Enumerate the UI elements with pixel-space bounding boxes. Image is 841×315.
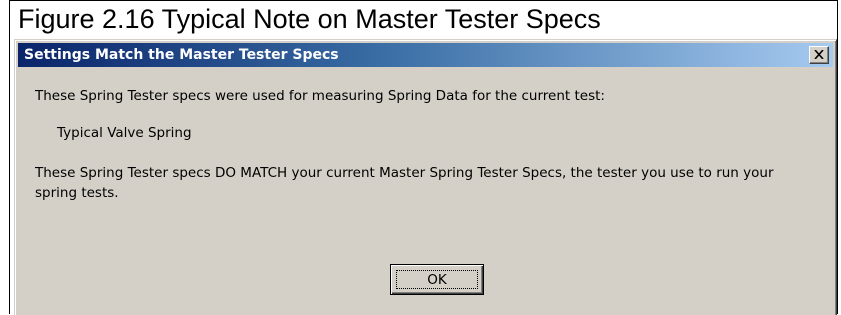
message-dialog: Settings Match the Master Tester Specs T… <box>14 39 837 315</box>
dialog-titlebar[interactable]: Settings Match the Master Tester Specs <box>18 43 833 67</box>
ok-button-label: OK <box>427 272 447 288</box>
message-line-2: These Spring Tester specs DO MATCH your … <box>35 165 774 201</box>
figure-frame: Figure 2.16 Typical Note on Master Teste… <box>9 0 838 315</box>
close-button[interactable] <box>809 46 829 64</box>
dialog-title: Settings Match the Master Tester Specs <box>24 47 339 63</box>
figure-caption: Figure 2.16 Typical Note on Master Teste… <box>18 4 601 34</box>
ok-button[interactable]: OK <box>390 264 484 295</box>
spring-name: Typical Valve Spring <box>57 125 192 141</box>
close-x-icon <box>814 50 824 59</box>
message-line-1: These Spring Tester specs were used for … <box>35 88 605 104</box>
